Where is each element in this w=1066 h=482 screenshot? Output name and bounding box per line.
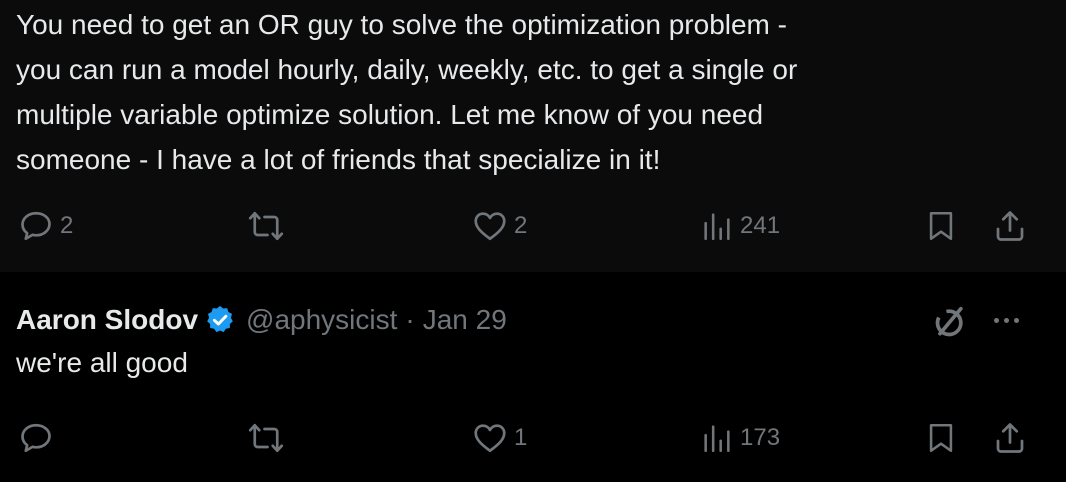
tweet-1-text-line: you can run a model hourly, daily, weekl… (16, 54, 798, 85)
like-button[interactable]: 1 (472, 420, 527, 456)
repost-icon (248, 211, 284, 241)
tweet-2[interactable]: Aaron Slodov @aphysicist · Jan 29 we're … (0, 272, 1066, 482)
separator-dot: · (405, 304, 415, 335)
like-button[interactable]: 2 (472, 208, 527, 244)
tweet-2-text: we're all good (16, 347, 188, 378)
bookmark-button[interactable] (924, 420, 958, 456)
more-button[interactable] (994, 318, 1019, 323)
heart-icon (474, 212, 506, 241)
reply-icon (21, 423, 51, 453)
tweet-2-header: Aaron Slodov @aphysicist · Jan 29 (16, 302, 507, 338)
share-button[interactable] (992, 420, 1028, 456)
tweet-1-text-line: someone - I have a lot of friends that s… (16, 144, 661, 175)
share-button[interactable] (992, 208, 1028, 244)
tweet-1-actions: 2 2 241 (0, 208, 1066, 248)
bookmark-icon (929, 211, 953, 241)
repost-button[interactable] (247, 208, 291, 244)
tweet-2-actions: 1 173 (0, 420, 1066, 460)
heart-icon (474, 424, 506, 453)
author-name[interactable]: Aaron Slodov (16, 304, 198, 336)
views-button[interactable]: 241 (700, 208, 780, 244)
tweet-1-text-line: multiple variable optimize solution. Let… (16, 99, 764, 130)
grok-icon (935, 306, 963, 337)
like-count: 2 (514, 212, 528, 239)
bookmark-icon (929, 423, 953, 453)
share-icon (996, 211, 1024, 241)
tweet-1-text: You need to get an OR guy to solve the o… (16, 2, 1036, 182)
reply-button[interactable] (18, 420, 60, 456)
reply-count: 2 (60, 212, 74, 239)
tweet-1[interactable]: You need to get an OR guy to solve the o… (0, 0, 1066, 272)
views-icon (704, 425, 730, 453)
bookmark-button[interactable] (924, 208, 958, 244)
tweet-1-text-line: You need to get an OR guy to solve the o… (16, 9, 787, 40)
like-count: 1 (514, 424, 528, 451)
views-count: 241 (740, 212, 781, 239)
more-icon-dot (1004, 318, 1009, 323)
share-icon (996, 423, 1024, 453)
reply-icon (21, 211, 51, 241)
more-icon-dot (1014, 318, 1019, 323)
views-button[interactable]: 173 (700, 420, 780, 456)
post-date[interactable]: Jan 29 (423, 304, 507, 336)
reply-button[interactable]: 2 (18, 208, 73, 244)
author-handle[interactable]: @aphysicist (246, 304, 397, 336)
views-icon (704, 213, 730, 241)
repost-button[interactable] (247, 420, 291, 456)
repost-icon (248, 423, 284, 453)
grok-button[interactable] (930, 302, 970, 347)
verified-badge-icon (204, 304, 236, 336)
views-count: 173 (740, 424, 781, 451)
more-icon-dot (994, 318, 999, 323)
